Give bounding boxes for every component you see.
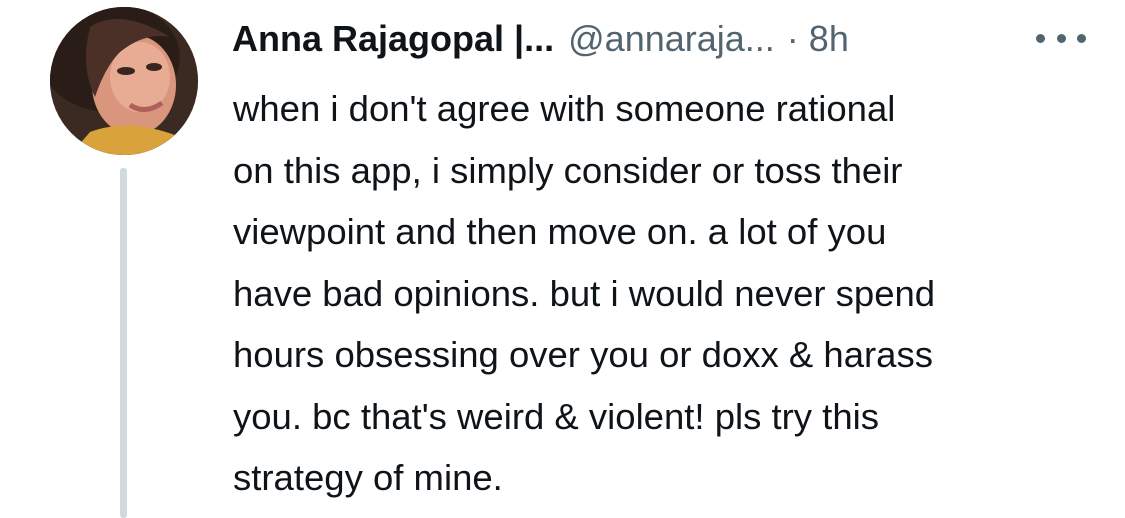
tweet-text: when i don't agree with someone rational… [233, 88, 936, 498]
tweet-header: Anna Rajagopal |... @annaraja... · 8h [232, 14, 849, 64]
ellipsis-icon-dot [1036, 33, 1045, 43]
profile-photo-icon [50, 7, 198, 155]
author-display-name[interactable]: Anna Rajagopal |... [232, 18, 554, 60]
author-handle[interactable]: @annaraja... [568, 18, 775, 60]
avatar[interactable] [50, 7, 198, 155]
thread-line [120, 168, 127, 518]
separator-dot: · [786, 18, 799, 59]
more-options-button[interactable] [1036, 20, 1086, 56]
ellipsis-icon-dot [1077, 33, 1086, 43]
tweet[interactable]: Anna Rajagopal |... @annaraja... · 8h wh… [0, 0, 1125, 518]
ellipsis-icon-dot [1056, 33, 1066, 43]
tweet-timestamp[interactable]: 8h [809, 18, 849, 60]
